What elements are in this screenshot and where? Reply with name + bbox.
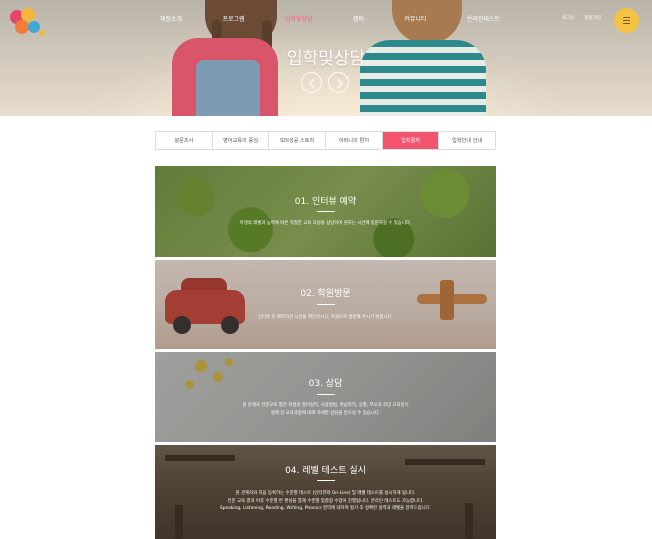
- tab-survey[interactable]: 설문조사: [156, 132, 213, 149]
- step-title: 03. 상담: [308, 379, 343, 389]
- site-logo[interactable]: [10, 8, 45, 36]
- sub-tabs: 설문조사 영어교육의 중심 SDI성공 스토리 어머니의 편지 입학절차 입학안…: [155, 131, 496, 150]
- page-title: 입학및상담: [286, 49, 366, 69]
- step-description: 원 관계자 전문교육 통한 학생의 영어실력, 사용방법, 학습목적, 상황, …: [175, 402, 476, 417]
- tab-english-education[interactable]: 영어교육의 중심: [212, 132, 270, 149]
- divider: [317, 211, 335, 212]
- chevron-right-icon: [337, 78, 343, 89]
- chevron-left-icon: [309, 78, 315, 89]
- step-card-interview: 01. 인터뷰 예약 학생의 레벨과 능력에 따른 적절한 교육 과정을 상담하…: [155, 166, 496, 257]
- menu-icon: [623, 17, 630, 18]
- tab-success-story[interactable]: SDI성공 스토리: [269, 132, 327, 149]
- step-description: 원 관계자와 처음 등록하는 수준별 테스트 (인터뷰와 On-Line) 및 …: [175, 490, 476, 513]
- hero-banner: 채점소개 프로그램 입학및상담 캠퍼 커뮤니티 온라인테스트 로그인 회원가입 …: [0, 0, 652, 116]
- step-description-line: 실제 전 교육과정에 대해 자세한 상담을 받으실 수 있습니다.: [270, 410, 381, 416]
- step-card-level-test: 04. 레벨 테스트 실시 원 관계자와 처음 등록하는 수준별 테스트 (인터…: [155, 445, 496, 539]
- menu-icon-line: [623, 23, 630, 24]
- step-image-overlay: [155, 352, 496, 442]
- menu-button[interactable]: [614, 8, 639, 33]
- nav-item-program[interactable]: 프로그램: [222, 14, 244, 26]
- nav-item-admission[interactable]: 입학및상담: [285, 14, 313, 26]
- nav-item-campus[interactable]: 캠퍼: [353, 14, 364, 26]
- divider: [317, 394, 335, 395]
- tab-mothers-letter[interactable]: 어머니의 편지: [326, 132, 383, 149]
- step-description: 인터뷰 후 예약하신 시간을 확인하시고, 학원으로 방문해 주시기 바랍니다.: [257, 315, 394, 320]
- utility-links: 로그인 회원가입: [562, 15, 601, 21]
- main-nav: 채점소개 프로그램 입학및상담 캠퍼 커뮤니티 온라인테스트: [160, 14, 500, 26]
- login-link[interactable]: 로그인: [562, 15, 574, 21]
- step-description-line: 전문 교육 결과 이후 수준별 반 편성을 통해 수준별 맞춤형 수업이 진행됩…: [227, 498, 424, 504]
- tab-admission-guide[interactable]: 입학안내 안내: [439, 132, 496, 149]
- step-description-line: Speaking, Listening, Reading, Writing, P…: [219, 506, 432, 511]
- step-description-line: 원 관계자 전문교육 통한 학생의 영어실력, 사용방법, 학습목적, 상황, …: [242, 403, 409, 408]
- step-card-consult: 03. 상담 원 관계자 전문교육 통한 학생의 영어실력, 사용방법, 학습목…: [155, 352, 496, 442]
- step-title: 01. 인터뷰 예약: [294, 197, 357, 207]
- step-title: 04. 레벨 테스트 실시: [285, 466, 366, 476]
- nav-item-intro[interactable]: 채점소개: [160, 14, 182, 26]
- divider: [317, 480, 335, 481]
- tab-admission-process[interactable]: 입학절차: [382, 132, 440, 149]
- step-title: 02. 학원방문: [300, 289, 351, 299]
- hero-prev-button[interactable]: [301, 72, 322, 93]
- divider: [317, 304, 335, 305]
- hero-next-button[interactable]: [328, 72, 349, 93]
- step-description-line: 원 관계자와 처음 등록하는 수준별 테스트 (인터뷰와 On-Line) 및 …: [235, 491, 416, 496]
- join-link[interactable]: 회원가입: [584, 15, 601, 21]
- step-card-visit: 02. 학원방문 인터뷰 후 예약하신 시간을 확인하시고, 학원으로 방문해 …: [155, 260, 496, 349]
- nav-item-online-test[interactable]: 온라인테스트: [467, 14, 500, 26]
- nav-item-community[interactable]: 커뮤니티: [404, 14, 426, 26]
- menu-icon-line: [623, 20, 630, 21]
- step-description: 학생의 레벨과 능력에 따른 적절한 교육 과정을 상담하여 원하는 시간에 방…: [239, 221, 412, 226]
